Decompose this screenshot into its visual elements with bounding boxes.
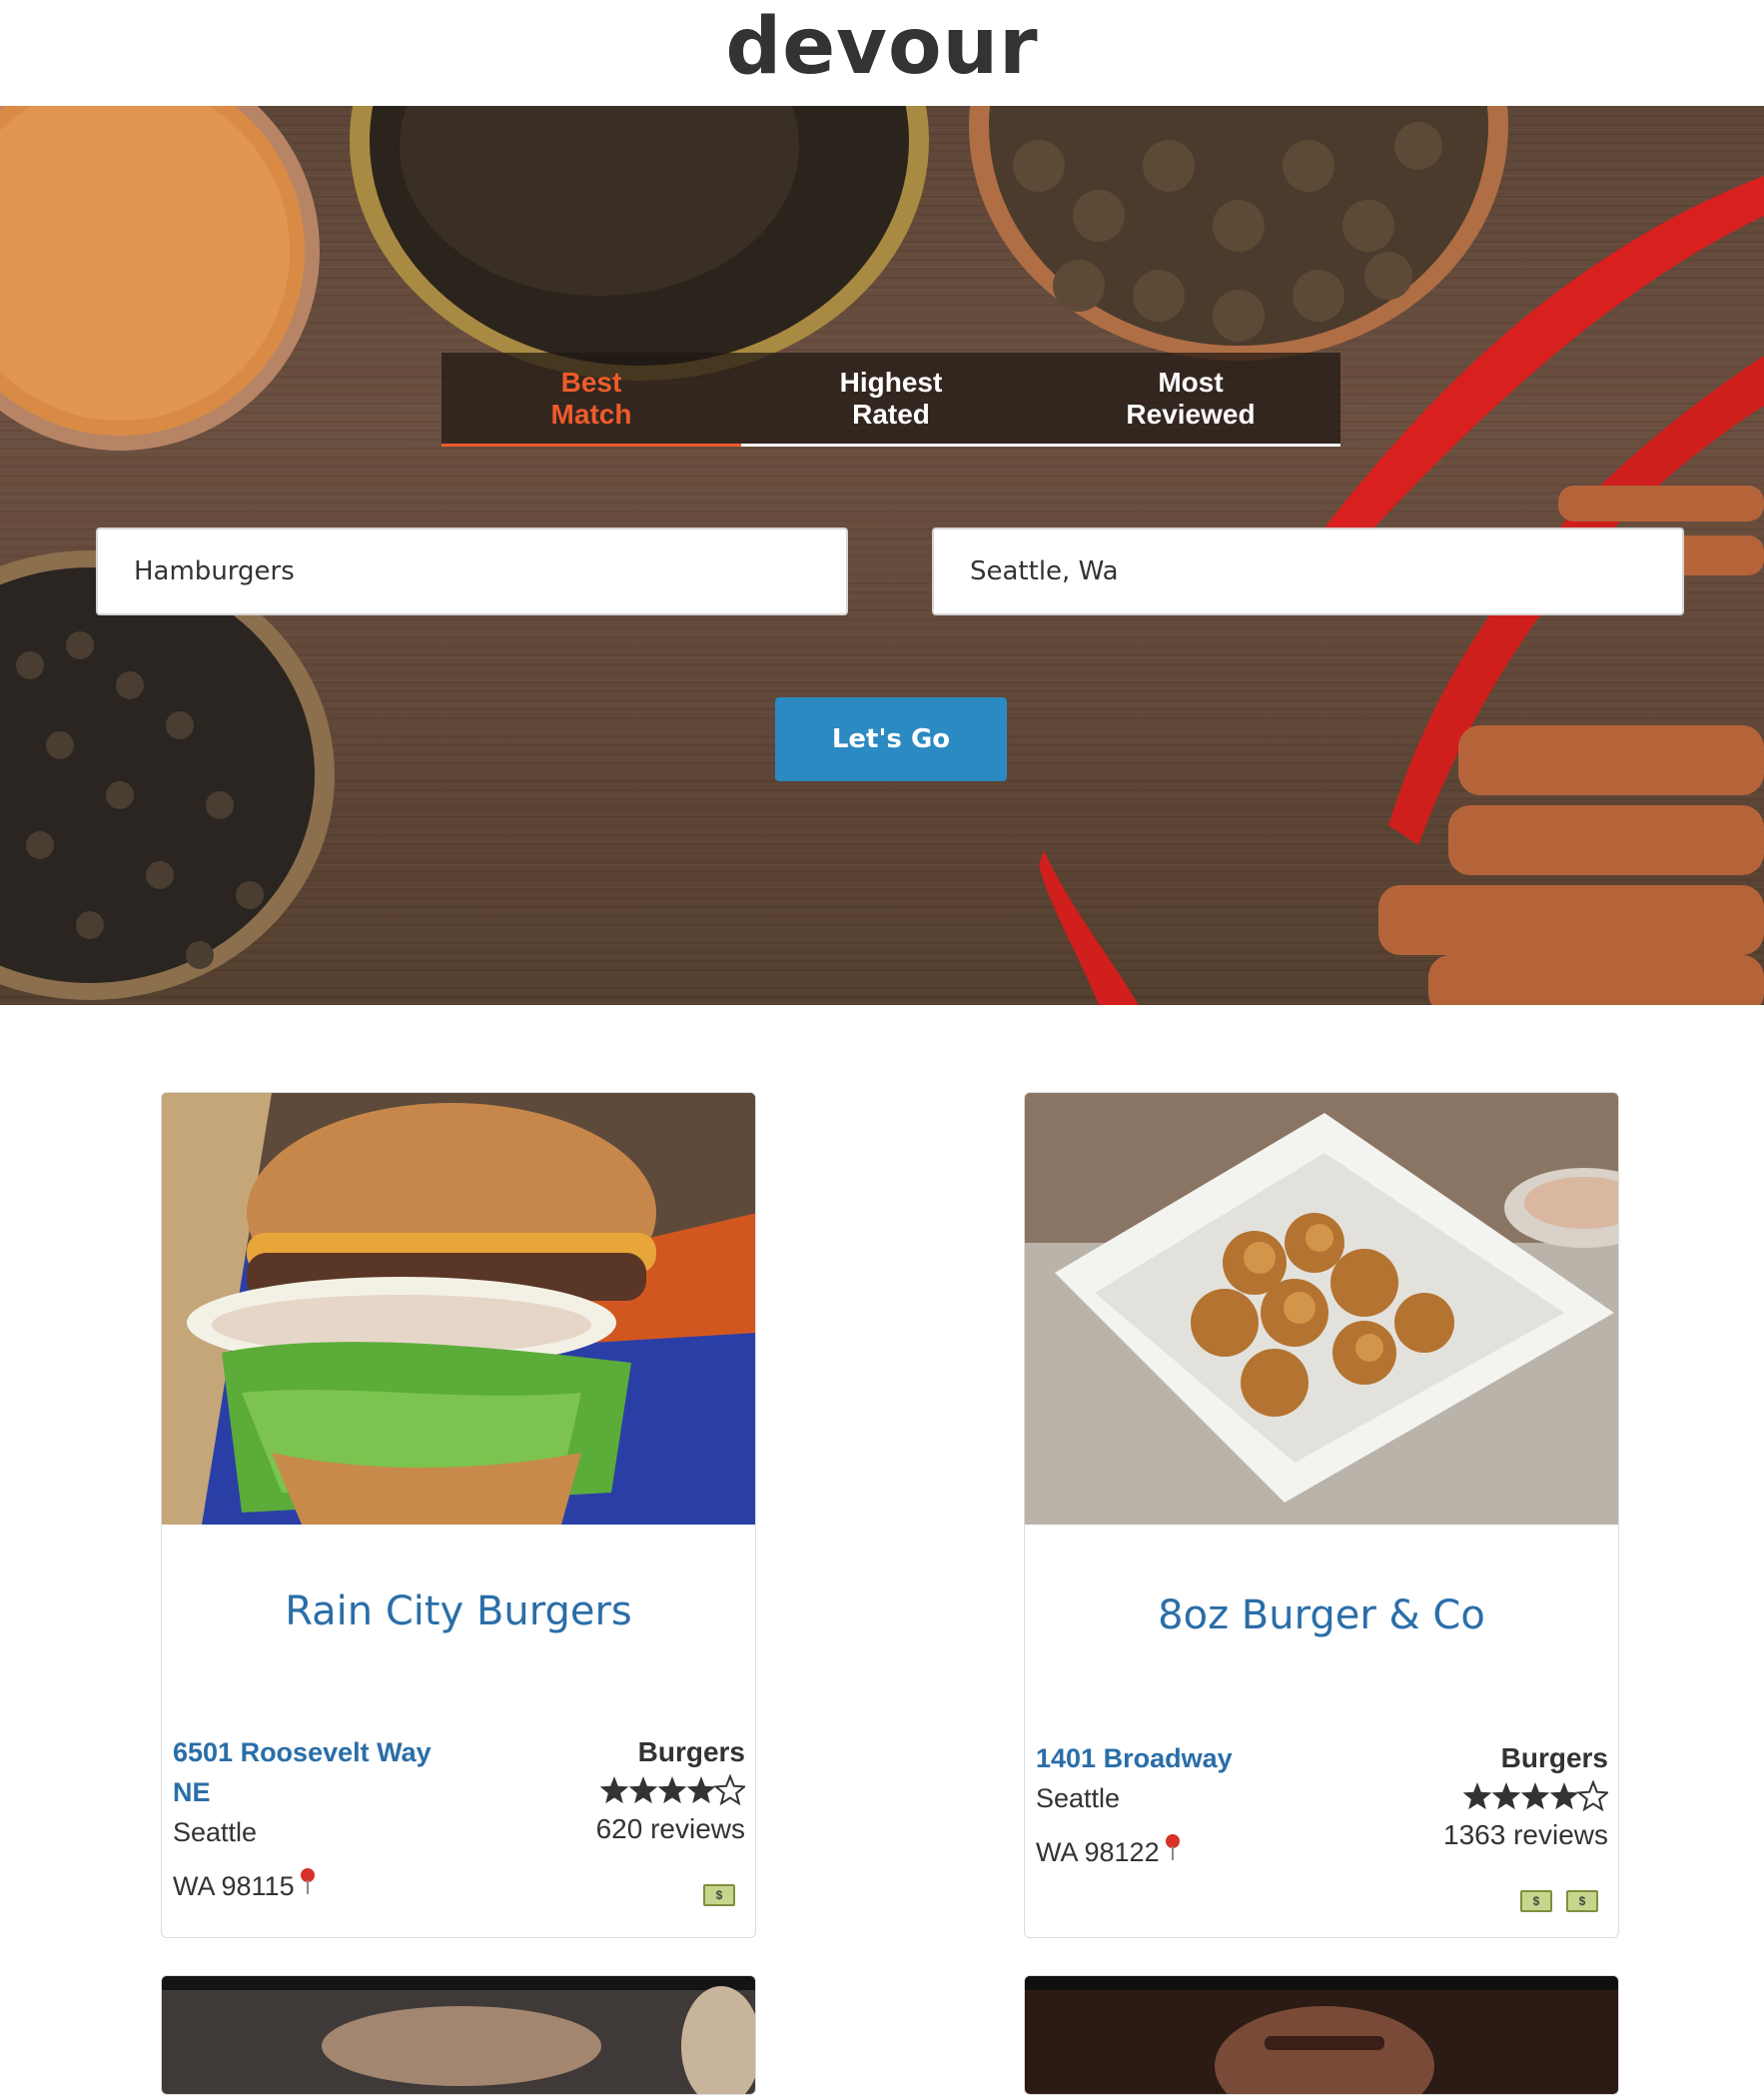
tab-best-match[interactable]: Best Match bbox=[441, 353, 741, 447]
review-count: 1363 reviews bbox=[1443, 1819, 1608, 1850]
state-zip-text: WA 98122 bbox=[1036, 1837, 1160, 1867]
result-card[interactable]: 8oz Burger & Co 1401 Broadway Seattle WA… bbox=[1024, 1092, 1619, 1938]
star-icon bbox=[1576, 1779, 1610, 1812]
star-icon bbox=[713, 1773, 747, 1806]
star-icon bbox=[1491, 1782, 1521, 1810]
tab-label: Best bbox=[560, 366, 622, 398]
tab-label: Rated bbox=[852, 398, 930, 430]
address-block: 1401 Broadway Seattle WA 98122 bbox=[1036, 1738, 1233, 1873]
result-photo-image bbox=[1025, 1976, 1618, 2094]
search-term-input[interactable]: Hamburgers bbox=[96, 527, 848, 615]
street-address-link[interactable]: 1401 Broadway bbox=[1036, 1738, 1233, 1778]
category-label: Burgers bbox=[1500, 1742, 1608, 1773]
tab-label: Most bbox=[1158, 366, 1224, 398]
result-photo[interactable] bbox=[162, 1976, 755, 2094]
price-level: $ $ bbox=[1520, 1890, 1598, 1912]
result-photo-image bbox=[162, 1976, 755, 2094]
restaurant-name[interactable]: 8oz Burger & Co bbox=[1025, 1592, 1618, 1638]
dollar-bill-icon: $ bbox=[1520, 1890, 1552, 1912]
tab-most-reviewed[interactable]: Most Reviewed bbox=[1041, 353, 1340, 447]
rating-block: Burgers 1363 reviews bbox=[1443, 1738, 1610, 1854]
state-zip: WA 98122 bbox=[1036, 1832, 1233, 1873]
state-zip-text: WA 98115 bbox=[173, 1871, 295, 1901]
tab-highest-rated[interactable]: Highest Rated bbox=[741, 353, 1041, 447]
burger-photo-image bbox=[162, 1093, 755, 1525]
site-header: devour bbox=[0, 0, 1764, 106]
address-block: 6501 Roosevelt Way NE Seattle WA 98115 bbox=[173, 1732, 432, 1907]
dollar-bill-icon: $ bbox=[1566, 1890, 1598, 1912]
result-card[interactable]: Rain City Burgers 6501 Roosevelt Way NE S… bbox=[161, 1092, 756, 1938]
star-icon bbox=[628, 1776, 658, 1804]
result-photo[interactable] bbox=[1025, 1976, 1618, 2094]
tots-photo-image bbox=[1025, 1093, 1618, 1525]
street-address-link[interactable]: 6501 Roosevelt Way NE bbox=[173, 1732, 432, 1812]
city: Seattle bbox=[173, 1817, 258, 1847]
map-pin-icon[interactable] bbox=[1164, 1832, 1182, 1873]
star-rating-icons bbox=[599, 1773, 747, 1806]
burger-photo[interactable] bbox=[162, 1093, 755, 1525]
logo[interactable]: devour bbox=[0, 0, 1764, 94]
map-pin-icon[interactable] bbox=[299, 1866, 317, 1907]
category-label: Burgers bbox=[637, 1736, 745, 1767]
sort-tabs: Best Match Highest Rated Most Reviewed bbox=[441, 353, 1340, 447]
street-line: 6501 Roosevelt Way bbox=[173, 1737, 432, 1767]
hero-search-banner: Best Match Highest Rated Most Reviewed Hamb… bbox=[0, 106, 1764, 1005]
street-line: NE bbox=[173, 1777, 211, 1807]
tab-label: Match bbox=[550, 398, 632, 430]
location-input[interactable]: Seattle, Wa bbox=[932, 527, 1684, 615]
star-icon bbox=[1520, 1782, 1550, 1810]
rating-block: Burgers 620 reviews bbox=[595, 1732, 747, 1848]
star-rating bbox=[596, 1773, 747, 1810]
tots-photo[interactable] bbox=[1025, 1093, 1618, 1525]
city: Seattle bbox=[1036, 1783, 1121, 1813]
star-icon bbox=[1462, 1782, 1492, 1810]
tab-label: Reviewed bbox=[1126, 398, 1256, 430]
restaurant-name[interactable]: Rain City Burgers bbox=[162, 1588, 755, 1634]
star-rating bbox=[1443, 1779, 1610, 1816]
dollar-bill-icon: $ bbox=[703, 1884, 735, 1906]
star-rating-icons bbox=[1462, 1779, 1610, 1812]
price-level: $ bbox=[703, 1884, 735, 1906]
star-icon bbox=[599, 1776, 629, 1804]
result-card[interactable] bbox=[1024, 1975, 1619, 2095]
star-icon bbox=[1549, 1782, 1579, 1810]
result-card[interactable] bbox=[161, 1975, 756, 2095]
star-icon bbox=[657, 1776, 687, 1804]
state-zip: WA 98115 bbox=[173, 1866, 432, 1907]
search-submit-button[interactable]: Let's Go bbox=[775, 697, 1007, 781]
review-count: 620 reviews bbox=[595, 1813, 745, 1844]
tab-label: Highest bbox=[839, 366, 943, 398]
star-icon bbox=[686, 1776, 716, 1804]
